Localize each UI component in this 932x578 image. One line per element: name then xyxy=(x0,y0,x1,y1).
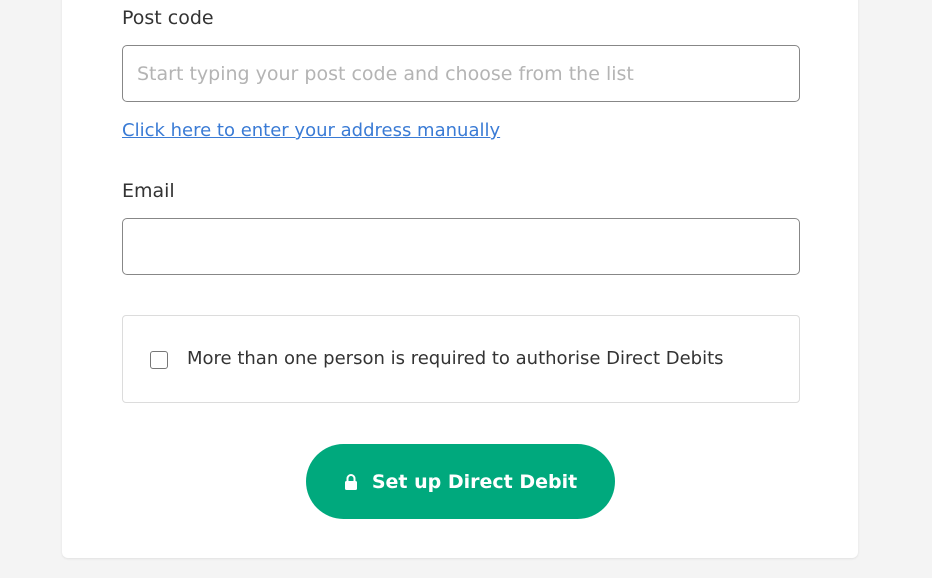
multi-signatory-label[interactable]: More than one person is required to auth… xyxy=(187,348,724,369)
email-input[interactable] xyxy=(122,218,800,275)
multi-signatory-panel: More than one person is required to auth… xyxy=(122,315,800,403)
multi-signatory-checkbox[interactable] xyxy=(150,351,168,369)
lock-icon xyxy=(344,473,358,491)
email-label: Email xyxy=(122,180,175,202)
setup-direct-debit-label: Set up Direct Debit xyxy=(371,470,578,493)
postcode-input[interactable] xyxy=(122,45,800,102)
setup-direct-debit-button[interactable]: Set up Direct Debit xyxy=(306,444,615,519)
postcode-label: Post code xyxy=(122,7,214,29)
manual-address-link[interactable]: Click here to enter your address manuall… xyxy=(122,120,500,141)
